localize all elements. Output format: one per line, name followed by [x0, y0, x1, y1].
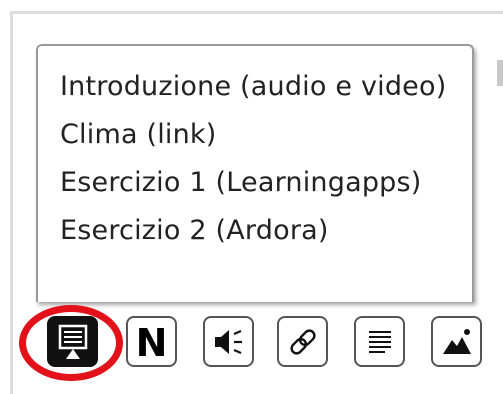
link-button[interactable]	[277, 316, 328, 367]
frame-top-border	[10, 11, 503, 14]
menu-list: Introduzione (audio e video) Clima (link…	[60, 68, 460, 260]
notes-n-icon: N	[135, 320, 168, 365]
image-mountain-icon	[440, 325, 474, 359]
audio-button[interactable]	[203, 316, 254, 367]
link-icon	[286, 325, 320, 359]
notes-button[interactable]: N	[126, 316, 177, 367]
presentation-icon	[55, 323, 91, 361]
frame-left-border	[10, 11, 13, 394]
menu-item-esercizio-2[interactable]: Esercizio 2 (Ardora)	[60, 212, 460, 250]
image-button[interactable]	[431, 316, 482, 367]
menu-item-esercizio-1[interactable]: Esercizio 1 (Learningapps)	[60, 164, 460, 202]
text-lines-icon	[364, 326, 396, 358]
dropdown-menu-panel: Introduzione (audio e video) Clima (link…	[36, 44, 474, 302]
presentation-button[interactable]	[47, 316, 98, 367]
frame-right-accent	[497, 60, 503, 86]
menu-item-introduzione[interactable]: Introduzione (audio e video)	[60, 68, 460, 106]
menu-item-clima[interactable]: Clima (link)	[60, 116, 460, 154]
toolbar: N	[37, 306, 503, 378]
speaker-icon	[211, 325, 247, 359]
text-button[interactable]	[354, 316, 405, 367]
